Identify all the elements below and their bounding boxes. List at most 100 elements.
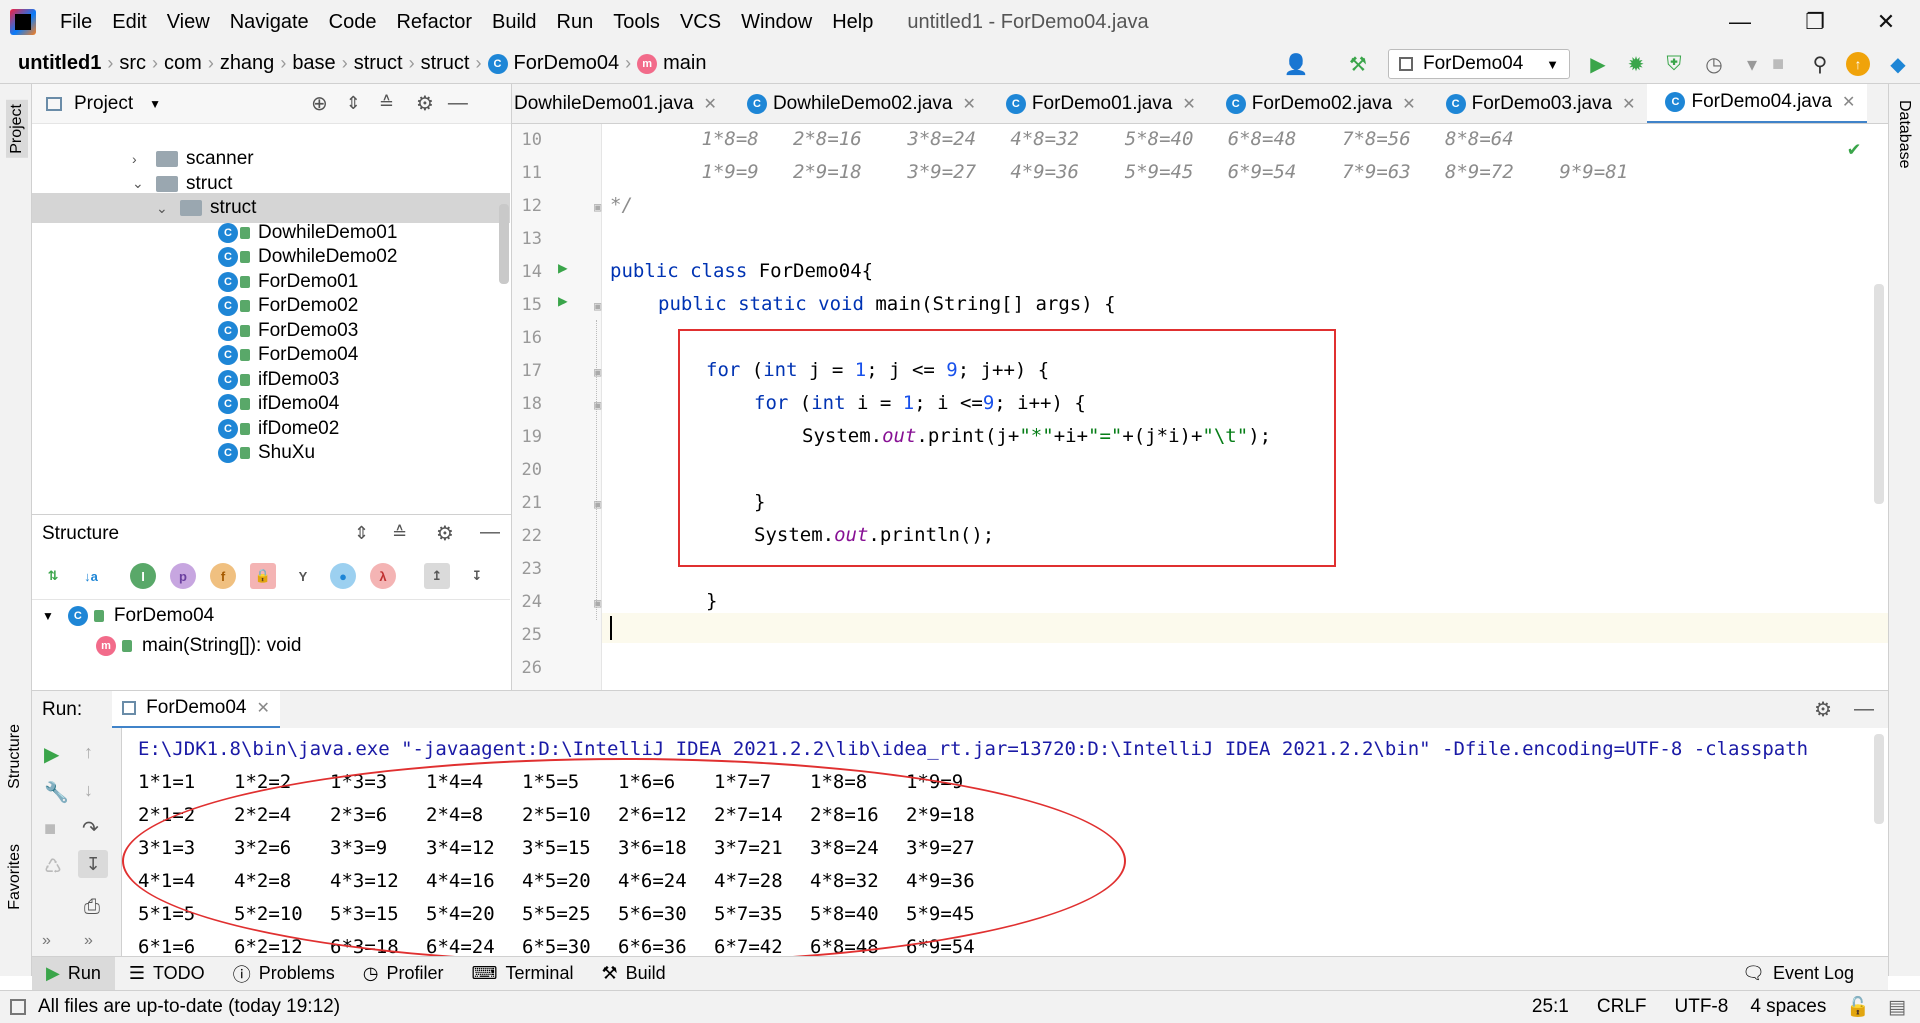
gear-icon[interactable]: ⚙ (416, 91, 434, 116)
expand-all-icon[interactable]: ⇕ (354, 523, 369, 544)
fold-icon[interactable]: ▣ (594, 299, 601, 313)
search-icon[interactable]: ⚲ (1806, 50, 1834, 78)
status-encoding[interactable]: UTF-8 (1675, 996, 1729, 1018)
run-configuration-select[interactable]: ForDemo04 ▼ (1388, 49, 1570, 79)
tab-dowhiledemo01[interactable]: DowhileDemo01.java ✕ (512, 84, 729, 123)
fold-icon[interactable]: ▣ (594, 200, 601, 214)
breadcrumb-src[interactable]: src (119, 52, 146, 75)
tree-item-shuxu[interactable]: C ShuXu (32, 438, 510, 468)
bottom-tab-todo[interactable]: ☰ TODO (115, 957, 219, 991)
wrench-icon[interactable]: 🔧 (44, 780, 69, 805)
hide-icon[interactable]: — (448, 92, 468, 115)
tab-fordemo04[interactable]: C ForDemo04.java ✕ (1647, 84, 1868, 123)
bottom-tab-problems[interactable]: ⓘ Problems (219, 957, 349, 991)
arrow-down-icon[interactable]: ↓ (84, 780, 93, 801)
editor-scrollbar[interactable] (1874, 284, 1884, 504)
breadcrumb-struct-sub[interactable]: struct (421, 52, 470, 75)
more-run-icon[interactable]: ▾ (1738, 50, 1766, 78)
tabs-chevron-down-icon[interactable]: ▼ (1885, 96, 1888, 112)
menu-code[interactable]: Code (319, 11, 387, 34)
sort-alpha-icon[interactable]: ↓a (78, 563, 104, 589)
breadcrumb-com[interactable]: com (164, 52, 202, 75)
gear-icon[interactable]: ⚙ (436, 521, 454, 546)
breadcrumb-base[interactable]: base (292, 52, 335, 75)
menu-run[interactable]: Run (547, 11, 604, 34)
show-inherited-icon[interactable]: I (130, 563, 156, 589)
close-icon[interactable]: ✕ (256, 698, 269, 718)
menu-vcs[interactable]: VCS (670, 11, 731, 34)
menu-view[interactable]: View (157, 11, 220, 34)
status-indent[interactable]: 4 spaces (1750, 996, 1826, 1018)
hide-icon[interactable]: — (1854, 698, 1874, 721)
bottom-tab-run[interactable]: ▶ Run (32, 956, 115, 991)
fold-icon[interactable]: ▣ (594, 398, 601, 412)
breadcrumb-class[interactable]: C ForDemo04 (487, 52, 619, 75)
menu-file[interactable]: File (50, 11, 102, 34)
stop-icon[interactable]: ■ (1764, 50, 1792, 78)
coverage-icon[interactable]: ⛨ (1660, 50, 1688, 78)
chevron-down-icon[interactable]: ⌄ (156, 200, 180, 217)
run-gutter-icon[interactable]: ▶ (558, 258, 568, 277)
stop-icon[interactable]: ■ (44, 818, 56, 841)
lock-icon[interactable]: 🔓 (1846, 995, 1870, 1019)
database-tool-tab[interactable]: Database (1895, 100, 1913, 169)
user-icon[interactable]: 👤 (1282, 50, 1310, 78)
tab-dowhiledemo02[interactable]: C DowhileDemo02.java ✕ (729, 84, 988, 123)
show-lambdas-filter-icon[interactable]: Y (290, 563, 316, 589)
update-icon[interactable]: ↑ (1844, 50, 1872, 78)
locate-icon[interactable]: ⊕ (311, 91, 328, 116)
more-icon[interactable]: » (42, 932, 51, 950)
tab-fordemo01[interactable]: C ForDemo01.java ✕ (988, 84, 1208, 123)
memory-indicator-icon[interactable]: ▤ (1888, 996, 1906, 1019)
run-icon[interactable]: ▶ (1584, 50, 1612, 78)
menu-help[interactable]: Help (822, 11, 883, 34)
fold-icon[interactable]: ▣ (594, 596, 601, 610)
close-icon[interactable]: ✕ (963, 94, 976, 114)
rerun-icon[interactable]: ▶ (44, 742, 59, 767)
favorites-tool-tab[interactable]: Favorites (6, 844, 24, 910)
autoscroll-to-source-icon[interactable]: ↥ (424, 563, 450, 589)
chevron-right-icon[interactable]: › (132, 151, 156, 167)
menu-window[interactable]: Window (731, 11, 822, 34)
ide-features-icon[interactable]: ◆ (1884, 50, 1912, 78)
show-anonymous-icon[interactable]: ● (330, 563, 356, 589)
profile-icon[interactable]: ◷ (1700, 50, 1728, 78)
close-icon[interactable]: ✕ (1622, 94, 1635, 114)
hide-icon[interactable]: — (480, 521, 500, 544)
chevron-down-icon[interactable]: ▼ (42, 609, 54, 623)
close-icon[interactable]: ✕ (704, 94, 717, 114)
soft-wrap-icon[interactable]: ↷ (82, 816, 99, 841)
sort-visibility-icon[interactable]: ⇅ (40, 563, 66, 589)
exit-icon[interactable]: ♺ (44, 854, 62, 879)
autoscroll-from-source-icon[interactable]: ↧ (464, 563, 490, 589)
bottom-tab-profiler[interactable]: ◷ Profiler (349, 957, 458, 991)
collapse-all-icon[interactable]: ≙ (379, 93, 394, 114)
breadcrumb-project[interactable]: untitled1 (18, 52, 101, 75)
close-icon[interactable]: ✕ (1842, 92, 1855, 112)
minimize-icon[interactable]: — (1710, 0, 1770, 44)
close-icon[interactable]: ✕ (1182, 94, 1195, 114)
show-properties-icon[interactable]: p (170, 563, 196, 589)
structure-class-item[interactable]: ▼ C ForDemo04 (42, 605, 214, 627)
fold-icon[interactable]: ▣ (594, 365, 601, 379)
collapse-all-icon[interactable]: ≙ (392, 523, 407, 544)
gear-icon[interactable]: ⚙ (1814, 697, 1832, 722)
toggle-tool-windows-icon[interactable] (10, 999, 26, 1015)
event-log-button[interactable]: 🗨 Event Log (1728, 957, 1868, 991)
restore-icon[interactable]: ❐ (1785, 0, 1845, 44)
status-line-separator[interactable]: CRLF (1597, 996, 1647, 1018)
fold-icon[interactable]: ▣ (594, 497, 601, 511)
show-nonpublic-icon[interactable]: 🔒 (250, 563, 276, 589)
print-icon[interactable]: ⎙ (84, 896, 100, 919)
chevron-down-icon[interactable]: ⌄ (132, 175, 156, 192)
run-gutter-icon[interactable]: ▶ (558, 291, 568, 310)
scroll-to-end-icon[interactable]: ↧ (78, 850, 108, 878)
more-icon[interactable]: » (84, 932, 93, 950)
menu-build[interactable]: Build (482, 11, 546, 34)
scrollbar[interactable] (499, 204, 509, 284)
arrow-up-icon[interactable]: ↑ (84, 742, 93, 763)
menu-edit[interactable]: Edit (102, 11, 156, 34)
bottom-tab-build[interactable]: ⚒ Build (587, 957, 679, 991)
breadcrumb-method[interactable]: m main (637, 52, 706, 75)
hammer-build-icon[interactable]: ⚒ (1344, 50, 1372, 78)
